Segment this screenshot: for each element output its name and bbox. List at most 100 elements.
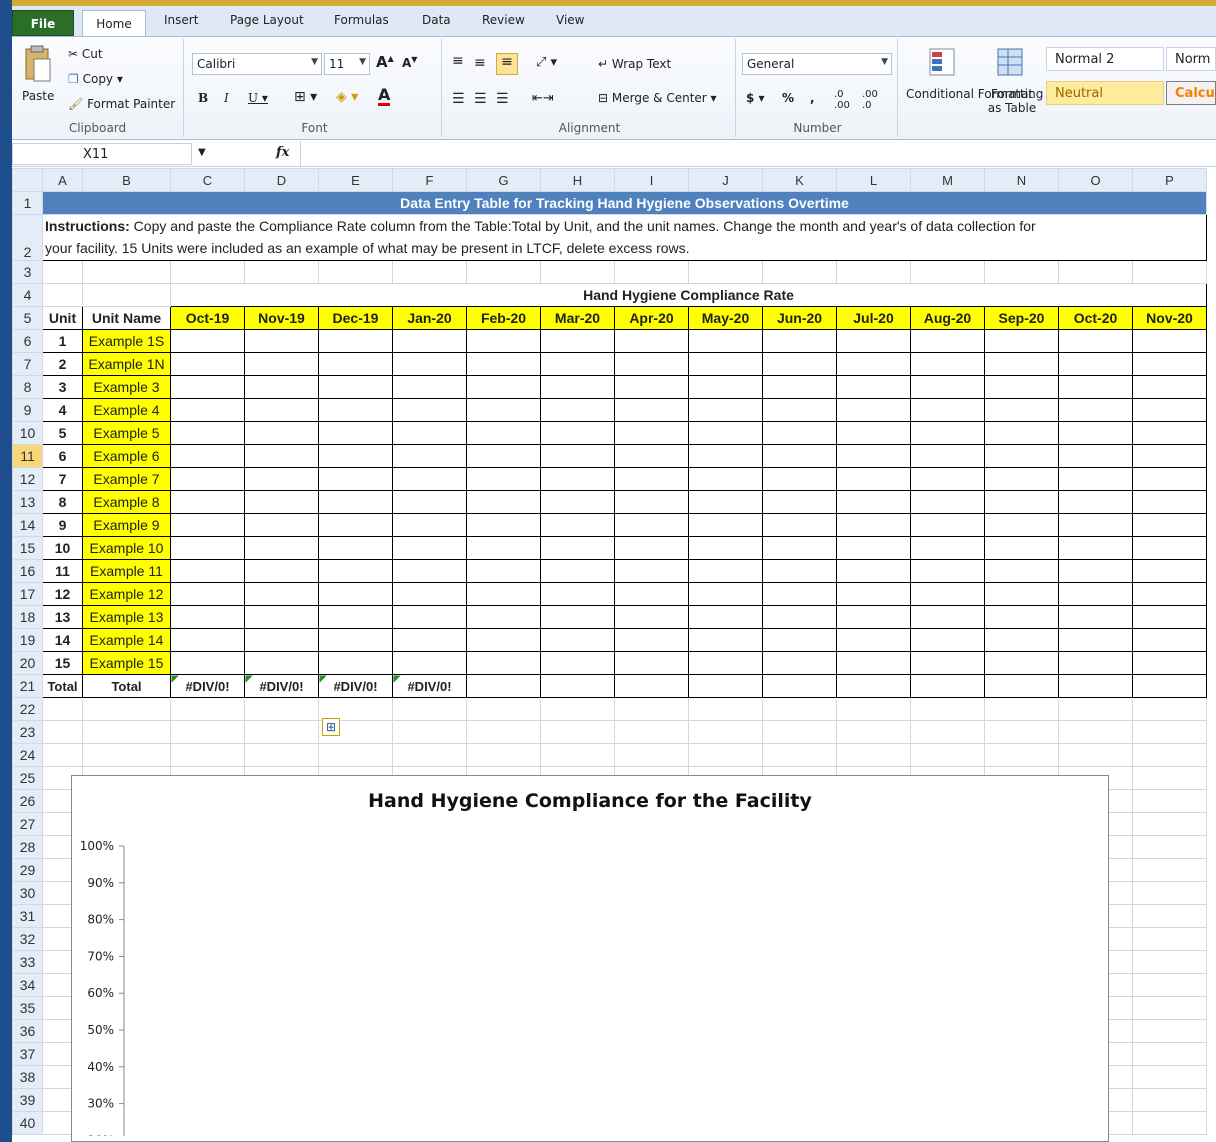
- tab-view[interactable]: View: [556, 13, 584, 27]
- row-header-36[interactable]: 36: [12, 1019, 43, 1043]
- cell[interactable]: [1132, 766, 1207, 790]
- cell[interactable]: [1132, 996, 1207, 1020]
- rate-cell[interactable]: [392, 444, 467, 468]
- conditional-formatting-icon[interactable]: [928, 47, 956, 77]
- row-header-5[interactable]: 5: [12, 306, 43, 330]
- cell[interactable]: [762, 697, 837, 721]
- cell[interactable]: [984, 697, 1059, 721]
- rate-cell[interactable]: [984, 513, 1059, 537]
- cell[interactable]: [1132, 973, 1207, 997]
- rate-cell[interactable]: [318, 352, 393, 376]
- cell[interactable]: [170, 743, 245, 767]
- unit-name[interactable]: Example 1S: [82, 329, 171, 353]
- rate-cell[interactable]: [466, 536, 541, 560]
- rate-cell[interactable]: [910, 352, 985, 376]
- tab-formulas[interactable]: Formulas: [334, 13, 389, 27]
- row-header-17[interactable]: 17: [12, 582, 43, 606]
- rate-cell[interactable]: [318, 375, 393, 399]
- rate-cell[interactable]: [688, 605, 763, 629]
- cell[interactable]: [910, 720, 985, 744]
- rate-cell[interactable]: [836, 398, 911, 422]
- rate-cell[interactable]: [466, 375, 541, 399]
- cell[interactable]: [244, 743, 319, 767]
- rate-cell[interactable]: [688, 490, 763, 514]
- unit-number[interactable]: 2: [42, 352, 83, 376]
- rate-cell[interactable]: [836, 375, 911, 399]
- rate-cell[interactable]: [1132, 605, 1207, 629]
- row-header-1[interactable]: 1: [12, 191, 43, 215]
- cell[interactable]: [1132, 697, 1207, 721]
- total-cell[interactable]: [1132, 674, 1207, 698]
- row-header-7[interactable]: 7: [12, 352, 43, 376]
- cell[interactable]: [244, 260, 319, 284]
- rate-cell[interactable]: [244, 375, 319, 399]
- cell[interactable]: [392, 720, 467, 744]
- rate-cell[interactable]: [614, 421, 689, 445]
- cell[interactable]: [1132, 720, 1207, 744]
- cell[interactable]: [1132, 835, 1207, 859]
- paste-icon[interactable]: [20, 45, 54, 85]
- rate-cell[interactable]: [984, 329, 1059, 353]
- style-normal[interactable]: Norm: [1166, 47, 1216, 71]
- rate-cell[interactable]: [1132, 582, 1207, 606]
- rate-cell[interactable]: [984, 352, 1059, 376]
- cell[interactable]: [1132, 260, 1207, 284]
- style-calculation[interactable]: Calcu: [1166, 81, 1216, 105]
- rate-cell[interactable]: [910, 444, 985, 468]
- total-cell[interactable]: [910, 674, 985, 698]
- rate-cell[interactable]: [984, 375, 1059, 399]
- row-header-6[interactable]: 6: [12, 329, 43, 353]
- unit-number[interactable]: 13: [42, 605, 83, 629]
- rate-cell[interactable]: [1132, 651, 1207, 675]
- wrap-text-button[interactable]: ↵ Wrap Text: [598, 57, 671, 71]
- sheet-title[interactable]: Data Entry Table for Tracking Hand Hygie…: [42, 191, 1207, 215]
- cell[interactable]: [1132, 858, 1207, 882]
- cell[interactable]: [466, 743, 541, 767]
- rate-cell[interactable]: [392, 329, 467, 353]
- decrease-decimal-icon[interactable]: .00.0: [862, 89, 878, 111]
- rate-cell[interactable]: [688, 513, 763, 537]
- unit-name[interactable]: Example 4: [82, 398, 171, 422]
- format-as-table-icon[interactable]: [996, 47, 1024, 77]
- rate-cell[interactable]: [762, 375, 837, 399]
- rate-cell[interactable]: [244, 467, 319, 491]
- cell[interactable]: [42, 260, 83, 284]
- row-header-25[interactable]: 25: [12, 766, 43, 790]
- rate-cell[interactable]: [318, 329, 393, 353]
- rate-cell[interactable]: [170, 421, 245, 445]
- rate-cell[interactable]: [614, 628, 689, 652]
- month-header[interactable]: Mar-20: [540, 306, 615, 330]
- cut-button[interactable]: ✂ Cut: [68, 47, 103, 61]
- total-label[interactable]: Total: [42, 674, 83, 698]
- rate-cell[interactable]: [466, 398, 541, 422]
- cell[interactable]: [688, 720, 763, 744]
- column-header-N[interactable]: N: [984, 168, 1059, 192]
- rate-cell[interactable]: [984, 605, 1059, 629]
- column-header-A[interactable]: A: [42, 168, 83, 192]
- select-all-corner[interactable]: [12, 168, 43, 192]
- rate-cell[interactable]: [466, 582, 541, 606]
- unit-number[interactable]: 7: [42, 467, 83, 491]
- unit-name-header[interactable]: Unit Name: [82, 306, 171, 330]
- column-header-B[interactable]: B: [82, 168, 171, 192]
- paste-options-icon[interactable]: ⊞: [322, 718, 340, 736]
- tab-data[interactable]: Data: [422, 13, 451, 27]
- rate-cell[interactable]: [540, 513, 615, 537]
- cell[interactable]: [82, 260, 171, 284]
- column-header-M[interactable]: M: [910, 168, 985, 192]
- cell[interactable]: [170, 720, 245, 744]
- rate-cell[interactable]: [466, 421, 541, 445]
- rate-cell[interactable]: [1058, 536, 1133, 560]
- month-header[interactable]: Feb-20: [466, 306, 541, 330]
- formula-input[interactable]: [304, 143, 1212, 165]
- rate-cell[interactable]: [170, 490, 245, 514]
- rate-cell[interactable]: [1058, 559, 1133, 583]
- cell[interactable]: [1132, 1065, 1207, 1089]
- tab-home[interactable]: Home: [82, 10, 146, 37]
- fill-color-icon[interactable]: ◈ ▾: [336, 89, 358, 105]
- unit-number[interactable]: 3: [42, 375, 83, 399]
- rate-cell[interactable]: [688, 329, 763, 353]
- cell[interactable]: [762, 260, 837, 284]
- tab-page-layout[interactable]: Page Layout: [230, 13, 304, 27]
- month-header[interactable]: Jul-20: [836, 306, 911, 330]
